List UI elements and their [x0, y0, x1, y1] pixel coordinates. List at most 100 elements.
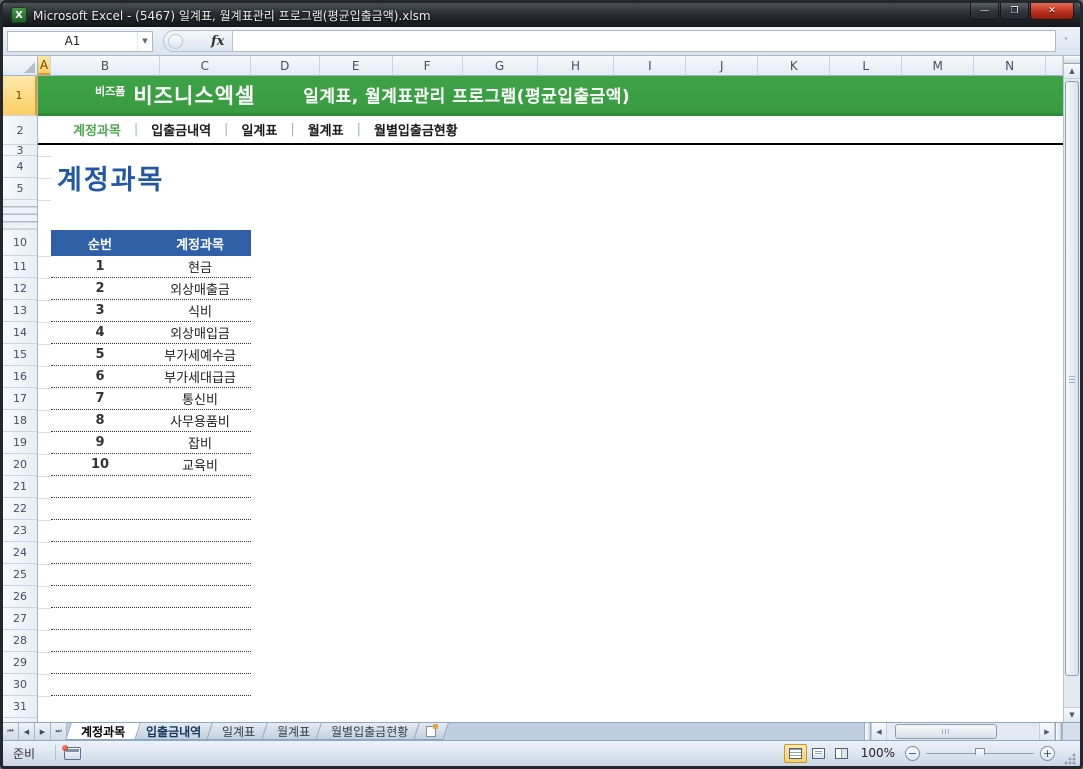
zoom-slider-thumb[interactable]	[975, 747, 985, 760]
column-header-N[interactable]: N	[974, 56, 1047, 75]
column-header-B[interactable]: B	[51, 56, 160, 75]
table-empty-row[interactable]	[51, 608, 251, 630]
row-header-27[interactable]: 27	[3, 608, 37, 630]
nav-link-2[interactable]: 입출금내역	[138, 120, 224, 139]
table-row-2[interactable]: 2 외상매출금	[51, 278, 251, 300]
last-sheet-button[interactable]: ⏭	[51, 723, 67, 740]
nav-link-5[interactable]: 월별입출금현황	[361, 120, 471, 139]
row-header-12[interactable]: 12	[3, 278, 37, 300]
title-bar[interactable]: X Microsoft Excel - (5467) 일계표, 월계표관리 프로…	[3, 3, 1080, 27]
table-empty-row[interactable]	[51, 520, 251, 542]
zoom-level[interactable]: 100%	[861, 746, 895, 760]
zoom-slider-track[interactable]	[926, 747, 1034, 760]
horizontal-split-handle[interactable]	[864, 723, 871, 740]
row-header-20[interactable]: 20	[3, 454, 37, 476]
name-box-dropdown-icon[interactable]: ▼	[137, 31, 152, 51]
normal-view-button[interactable]	[783, 743, 807, 763]
row-header-14[interactable]: 14	[3, 322, 37, 344]
column-header-C[interactable]: C	[160, 56, 251, 75]
row-header-29[interactable]: 29	[3, 652, 37, 674]
vertical-scroll-thumb[interactable]	[1065, 81, 1079, 676]
table-empty-row[interactable]	[51, 652, 251, 674]
minimize-button[interactable]: —	[970, 3, 999, 20]
row-header-17[interactable]: 17	[3, 388, 37, 410]
nav-link-1[interactable]: 계정과목	[60, 120, 134, 139]
column-header-J[interactable]: J	[686, 56, 759, 75]
scroll-right-icon[interactable]: ▶	[1039, 723, 1055, 740]
row-header-5[interactable]: 5	[3, 178, 37, 200]
insert-function-icon[interactable]: fx	[211, 34, 224, 49]
row-header-28[interactable]: 28	[3, 630, 37, 652]
row-header-30[interactable]: 30	[3, 674, 37, 696]
table-empty-row[interactable]	[51, 674, 251, 696]
insert-worksheet-button[interactable]	[413, 723, 449, 740]
row-header-19[interactable]: 19	[3, 432, 37, 454]
column-header-E[interactable]: E	[320, 56, 393, 75]
next-sheet-button[interactable]: ▶	[35, 723, 51, 740]
scroll-down-icon[interactable]: ▼	[1064, 707, 1080, 722]
page-break-view-button[interactable]	[830, 744, 853, 763]
page-layout-view-button[interactable]	[807, 744, 830, 763]
row-header-11[interactable]: 11	[3, 256, 37, 278]
row-header-4[interactable]: 4	[3, 156, 37, 178]
table-row-10[interactable]: 10 교육비	[51, 454, 251, 476]
name-box[interactable]: A1 ▼	[7, 30, 153, 52]
table-row-4[interactable]: 4 외상매입금	[51, 322, 251, 344]
table-row-8[interactable]: 8 사무용품비	[51, 410, 251, 432]
table-row-6[interactable]: 6 부가세대급금	[51, 366, 251, 388]
nav-link-3[interactable]: 일계표	[228, 120, 290, 139]
column-header-I[interactable]: I	[614, 56, 687, 75]
horizontal-scroll-track[interactable]	[887, 723, 1039, 740]
column-header-A[interactable]: A	[38, 56, 51, 75]
table-empty-row[interactable]	[51, 498, 251, 520]
column-header-M[interactable]: M	[902, 56, 975, 75]
account-table-header[interactable]: 순번 계정과목	[51, 230, 251, 256]
row-header-10[interactable]: 10	[3, 230, 37, 256]
row-header-21[interactable]: 21	[3, 476, 37, 498]
column-header-L[interactable]: L	[830, 56, 903, 75]
vertical-scrollbar[interactable]: ▲ ▼	[1063, 56, 1080, 722]
table-row-9[interactable]: 9 잡비	[51, 432, 251, 454]
row-header-16[interactable]: 16	[3, 366, 37, 388]
column-header-partial[interactable]	[1046, 56, 1063, 75]
prev-sheet-button[interactable]: ◀	[19, 723, 35, 740]
sheet-tab-1[interactable]: 계정과목	[65, 723, 141, 740]
row-header-18[interactable]: 18	[3, 410, 37, 432]
cell-grid[interactable]: 비즈폼 비즈니스엑셀 일계표, 월계표관리 프로그램(평균입출금액) 계정과목 |…	[38, 76, 1063, 722]
row-header-23[interactable]: 23	[3, 520, 37, 542]
nav-link-4[interactable]: 월계표	[295, 120, 357, 139]
column-header-G[interactable]: G	[463, 56, 538, 75]
table-empty-row[interactable]	[51, 476, 251, 498]
sheet-tab-5[interactable]: 월별입출금현황	[314, 723, 424, 740]
table-row-5[interactable]: 5 부가세예수금	[51, 344, 251, 366]
row-header-26[interactable]: 26	[3, 586, 37, 608]
formula-bar-expand-icon[interactable]: ˅	[1056, 37, 1076, 46]
vertical-split-handle[interactable]	[1064, 56, 1080, 64]
zoom-out-button[interactable]: −	[905, 745, 920, 761]
row-header-15[interactable]: 15	[3, 344, 37, 366]
row-header-1[interactable]: 1	[3, 76, 37, 116]
table-empty-row[interactable]	[51, 542, 251, 564]
row-header-2[interactable]: 2	[3, 116, 37, 145]
table-empty-row[interactable]	[51, 564, 251, 586]
column-header-K[interactable]: K	[758, 56, 831, 75]
table-row-1[interactable]: 1 현금	[51, 256, 251, 278]
scroll-left-icon[interactable]: ◀	[871, 723, 887, 740]
macro-record-icon[interactable]	[62, 744, 82, 760]
row-header-31[interactable]: 31	[3, 696, 37, 718]
horizontal-split-handle-2[interactable]	[1055, 723, 1062, 740]
table-empty-row[interactable]	[51, 586, 251, 608]
restore-button[interactable]: ❐	[1000, 3, 1029, 20]
first-sheet-button[interactable]: ⏮	[3, 723, 19, 740]
column-header-D[interactable]: D	[251, 56, 320, 75]
row-header-22[interactable]: 22	[3, 498, 37, 520]
row-header-13[interactable]: 13	[3, 300, 37, 322]
row-header-24[interactable]: 24	[3, 542, 37, 564]
formula-input[interactable]	[233, 30, 1056, 52]
resize-grip[interactable]	[1063, 752, 1076, 765]
sheet-tab-2[interactable]: 입출금내역	[130, 723, 218, 740]
column-header-H[interactable]: H	[538, 56, 615, 75]
zoom-in-button[interactable]: +	[1040, 745, 1055, 761]
scroll-up-icon[interactable]: ▲	[1064, 64, 1080, 79]
row-header-3[interactable]: 3	[3, 144, 37, 157]
